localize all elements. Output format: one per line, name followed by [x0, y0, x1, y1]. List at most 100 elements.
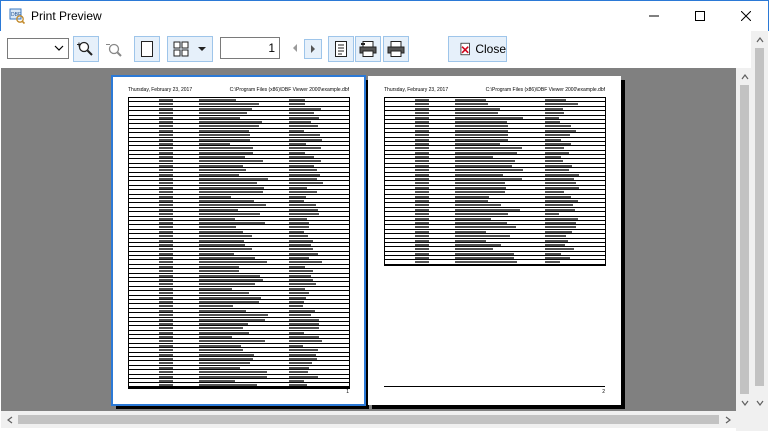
- page-number-input[interactable]: 1: [220, 37, 280, 59]
- chevron-down-icon: [198, 47, 206, 51]
- cell-text: [289, 331, 305, 334]
- cell-text: [159, 344, 173, 347]
- cell-text: [415, 239, 429, 242]
- cell-text: [199, 296, 262, 299]
- cell-text: [455, 134, 508, 137]
- cell-text: [415, 182, 429, 185]
- quick-print-button[interactable]: [383, 36, 409, 62]
- page-header-path: C:\Program Files (x86)\DBF Viewer 2000\e…: [485, 87, 605, 93]
- scroll-left-button[interactable]: [1, 411, 18, 428]
- cell-text: [289, 160, 322, 163]
- cell-text: [455, 138, 508, 141]
- cell-text: [545, 226, 576, 229]
- zoom-out-button[interactable]: [101, 36, 127, 62]
- close-label: Close: [475, 42, 506, 56]
- cell-text: [199, 375, 268, 378]
- cell-text: [455, 186, 506, 189]
- zoom-select[interactable]: [7, 38, 69, 59]
- cell-text: [159, 353, 173, 356]
- cell-text: [455, 239, 487, 242]
- cell-text: [545, 138, 561, 141]
- cell-text: [159, 349, 173, 352]
- cell-text: [199, 120, 262, 123]
- cell-text: [415, 195, 429, 198]
- prev-page-button[interactable]: [286, 39, 304, 57]
- cell-text: [545, 182, 576, 185]
- cell-text: [289, 116, 319, 119]
- cell-text: [199, 239, 244, 242]
- cell-text: [289, 134, 320, 137]
- cell-text: [199, 287, 233, 290]
- cell-text: [545, 186, 579, 189]
- close-window-button[interactable]: [723, 1, 769, 31]
- cell-text: [415, 204, 429, 207]
- cell-text: [159, 116, 173, 119]
- cell-text: [415, 178, 429, 181]
- horizontal-scrollbar[interactable]: [1, 411, 736, 428]
- quick-print-icon: [387, 41, 405, 57]
- cell-text: [415, 221, 429, 224]
- window-title: Print Preview: [31, 9, 102, 23]
- cell-text: [199, 107, 252, 110]
- scroll-up-button[interactable]: [751, 31, 768, 48]
- single-page-button[interactable]: [134, 36, 160, 62]
- cell-text: [159, 169, 173, 172]
- next-page-button[interactable]: [304, 39, 322, 59]
- cell-text: [159, 217, 173, 220]
- cell-text: [289, 362, 312, 365]
- multi-page-button[interactable]: [167, 36, 213, 62]
- cell-text: [199, 173, 239, 176]
- cell-text: [545, 213, 560, 216]
- cell-text: [199, 221, 266, 224]
- cell-text: [415, 257, 429, 260]
- cell-text: [289, 327, 319, 330]
- cell-text: [415, 112, 429, 115]
- cell-text: [199, 169, 246, 172]
- vertical-scroll-thumb[interactable]: [755, 48, 764, 386]
- cell-text: [455, 257, 514, 260]
- cell-text: [159, 151, 173, 154]
- cell-text: [159, 380, 173, 382]
- cell-text: [455, 129, 508, 132]
- cell-text: [159, 147, 173, 150]
- cell-text: [159, 99, 173, 101]
- cell-text: [199, 191, 264, 194]
- scroll-right-button[interactable]: [719, 411, 736, 428]
- horizontal-scroll-thumb[interactable]: [18, 415, 719, 424]
- cell-text: [289, 235, 308, 238]
- scroll-down-button[interactable]: [751, 394, 768, 411]
- cell-text: [545, 103, 579, 106]
- cell-text: [545, 107, 564, 110]
- cell-text: [159, 305, 173, 308]
- close-icon: [460, 42, 470, 56]
- preview-page-1[interactable]: Thursday, February 23, 2017 C:\Program F…: [111, 75, 366, 406]
- minimize-button[interactable]: [631, 1, 677, 31]
- cell-text: [199, 362, 250, 365]
- preview-area[interactable]: Thursday, February 23, 2017 C:\Program F…: [1, 68, 736, 411]
- app-icon: DBF: [9, 8, 26, 25]
- cell-text: [289, 380, 304, 382]
- cell-text: [289, 221, 310, 224]
- cell-text: [545, 164, 573, 167]
- cell-text: [199, 380, 235, 382]
- vertical-scroll-thumb[interactable]: [740, 85, 749, 394]
- page-number: 2: [602, 389, 605, 395]
- chevron-right-icon: [725, 416, 731, 423]
- cell-text: [199, 208, 239, 211]
- cell-text: [545, 160, 564, 163]
- cell-text: [159, 358, 173, 361]
- cell-text: [159, 195, 173, 198]
- window-vertical-scrollbar[interactable]: [751, 31, 768, 411]
- close-button[interactable]: Close: [448, 36, 507, 62]
- preview-page-2[interactable]: Thursday, February 23, 2017 C:\Program F…: [368, 76, 621, 405]
- zoom-in-button[interactable]: [73, 36, 99, 62]
- chevron-down-icon: [741, 400, 748, 406]
- cell-text: [199, 103, 259, 106]
- maximize-button[interactable]: [677, 1, 723, 31]
- print-button[interactable]: [355, 36, 381, 62]
- data-table: [128, 97, 350, 389]
- cell-text: [289, 318, 319, 321]
- cell-text: [199, 235, 252, 238]
- page-setup-button[interactable]: [328, 36, 354, 62]
- cell-text: [545, 173, 579, 176]
